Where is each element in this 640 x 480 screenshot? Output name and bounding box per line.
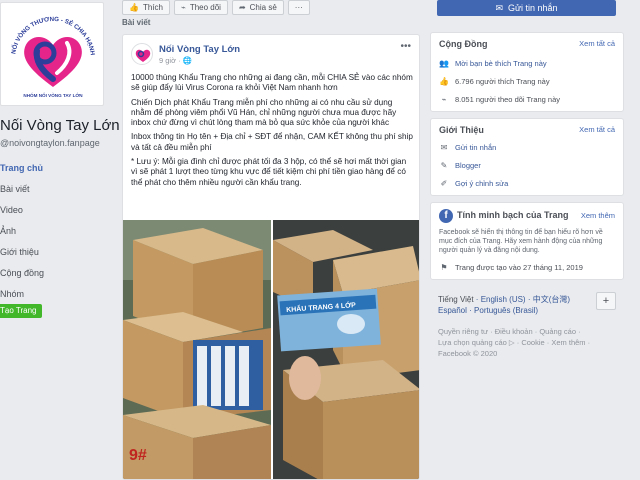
invite-friends-link[interactable]: Mời bạn bè thích Trang này — [455, 59, 547, 68]
create-page-button[interactable]: Tạo Trang — [0, 304, 43, 318]
like-page-button[interactable]: 👍 Thích — [122, 0, 170, 15]
thumbs-up-icon: 👍 — [129, 3, 139, 12]
blogger-icon: ✎ — [440, 161, 448, 170]
page-nav: Trang chủ Bài viết Video Ảnh Giới thiệu … — [0, 158, 110, 305]
footer-links-1[interactable]: Quyền riêng tư · Điều khoản · Quảng cáo … — [438, 327, 581, 336]
post-photo-boxes-right[interactable]: KHẨU TRANG 4 LỚP — [273, 220, 419, 479]
page-name[interactable]: Nối Vòng Tay Lớn — [0, 117, 120, 134]
post-paragraph: 10000 thùng Khẩu Trang cho những ai đang… — [131, 73, 413, 93]
transparency-description: Facebook sẽ hiển thị thông tin để bạn hi… — [439, 229, 603, 254]
mask-boxes-photo: 9# — [123, 220, 271, 479]
heart-logo-icon — [135, 49, 151, 62]
more-label: ··· — [294, 3, 303, 12]
footer-links-2[interactable]: Lựa chọn quảng cáo ▷ · Cookie · Xem thêm… — [438, 338, 590, 347]
about-message-row[interactable]: ✉ Gửi tin nhắn — [439, 143, 497, 152]
community-title: Cộng Đồng — [439, 39, 488, 49]
post-author-avatar[interactable] — [131, 43, 153, 65]
share-arrow-icon: ➦ — [238, 3, 246, 12]
post-card: Nối Vòng Tay Lớn 9 giờ · 🌐 ••• 10000 thù… — [122, 34, 420, 480]
community-see-all-link[interactable]: Xem tất cả — [579, 39, 615, 48]
lang-portuguese[interactable]: Português (Brasil) — [474, 306, 538, 315]
lang-chinese[interactable]: 中文(台灣) — [533, 295, 570, 304]
lang-english[interactable]: English (US) — [481, 295, 526, 304]
share-button[interactable]: ➦ Chia sẻ — [231, 0, 284, 15]
category-link[interactable]: Blogger — [455, 161, 481, 170]
share-label: Chia sẻ — [249, 3, 277, 12]
nav-photos[interactable]: Ảnh — [0, 221, 110, 242]
svg-text:NHÓM NỐI VÒNG TAY LỚN: NHÓM NỐI VÒNG TAY LỚN — [23, 91, 83, 98]
post-author-name[interactable]: Nối Vòng Tay Lớn — [159, 44, 240, 55]
like-icon: 👍 — [439, 77, 449, 86]
lang-spanish[interactable]: Español — [438, 306, 467, 315]
suggest-edits-row[interactable]: ✐ Gợi ý chỉnh sửa — [439, 179, 509, 188]
page-action-bar: 👍 Thích ⌁ Theo dõi ➦ Chia sẻ ··· — [122, 0, 310, 16]
flag-icon: ⚑ — [440, 263, 448, 272]
more-options-button[interactable]: ··· — [287, 0, 310, 15]
community-card: Cộng Đồng Xem tất cả 👥 Mời bạn bè thích … — [430, 32, 624, 112]
copyright: Facebook © 2020 — [438, 349, 498, 358]
follow-button[interactable]: ⌁ Theo dõi — [173, 0, 228, 15]
send-message-button[interactable]: ✉ Gửi tin nhắn — [437, 0, 616, 16]
post-paragraph: Inbox thông tin Họ tên + Địa chỉ + SĐT đ… — [131, 132, 413, 152]
post-timestamp[interactable]: 9 giờ · 🌐 — [159, 56, 192, 65]
post-paragraph: * Lưu ý: Mỗi gia đình chỉ được phát tối … — [131, 157, 407, 187]
transparency-card: f Tính minh bạch của Trang Xem thêm Face… — [430, 202, 624, 280]
invite-friends-icon: 👥 — [439, 59, 449, 68]
about-card: Giới Thiệu Xem tất cả ✉ Gửi tin nhắn ✎ B… — [430, 118, 624, 196]
page-profile-picture[interactable]: NỐI VÒNG THƯƠNG - SẺ CHIA HẠNH PHÚC NHÓM… — [0, 2, 104, 106]
more-languages-button[interactable]: + — [596, 292, 616, 310]
about-message-link[interactable]: Gửi tin nhắn — [455, 143, 496, 152]
post-options-icon[interactable]: ••• — [400, 41, 411, 52]
language-links-row-1: Tiếng Việt · English (US) · 中文(台灣) — [438, 295, 571, 304]
post-time-text: 9 giờ · — [159, 56, 183, 65]
follow-label: Theo dõi — [189, 3, 221, 12]
nav-about[interactable]: Giới thiệu — [0, 242, 110, 263]
post-photos: 9# KHẨU TRANG 4 LỚP — [123, 220, 419, 479]
page-created-text: Trang được tạo vào 27 tháng 11, 2019 — [455, 263, 583, 272]
like-label: Thích — [142, 3, 163, 12]
send-message-label: Gửi tin nhắn — [507, 3, 558, 13]
nav-videos[interactable]: Video — [0, 200, 110, 221]
nav-groups[interactable]: Nhóm — [0, 284, 110, 305]
nav-home[interactable]: Trang chủ — [0, 158, 110, 179]
invite-friends-row[interactable]: 👥 Mời bạn bè thích Trang này — [439, 59, 547, 68]
post-paragraph: Chiến Dịch phát Khẩu Trang miễn phí cho … — [131, 97, 397, 128]
mask-box-photo: KHẨU TRANG 4 LỚP — [273, 220, 419, 479]
nav-posts[interactable]: Bài viết — [0, 179, 110, 200]
edit-icon: ✐ — [440, 179, 448, 188]
followers-count-text: 8.051 người theo dõi Trang này — [455, 95, 561, 104]
transparency-title: Tính minh bạch của Trang — [457, 210, 569, 220]
about-title: Giới Thiệu — [439, 125, 484, 135]
likes-count-row: 👍 6.796 người thích Trang này — [439, 77, 550, 86]
globe-icon: 🌐 — [182, 56, 193, 65]
page-logo: NỐI VÒNG THƯƠNG - SẺ CHIA HẠNH PHÚC NHÓM… — [1, 3, 96, 98]
post-photo-boxes-left[interactable]: 9# — [123, 220, 271, 479]
post-text: 10000 thùng Khẩu Trang cho những ai đang… — [131, 73, 413, 192]
about-see-all-link[interactable]: Xem tất cả — [579, 125, 615, 134]
likes-count-text: 6.796 người thích Trang này — [455, 77, 550, 86]
posts-section-label: Bài viết — [122, 18, 151, 27]
language-links-row-2: Español · Português (Brasil) — [438, 306, 539, 315]
follow-icon: ⌁ — [441, 95, 447, 104]
suggest-edits-link[interactable]: Gợi ý chỉnh sửa — [455, 179, 508, 188]
about-category-row[interactable]: ✎ Blogger — [439, 161, 481, 170]
page-created-row: ⚑ Trang được tạo vào 27 tháng 11, 2019 — [439, 263, 583, 272]
lang-vietnamese: Tiếng Việt — [438, 295, 474, 304]
facebook-icon: f — [439, 209, 453, 223]
messenger-icon: ✉ — [440, 143, 448, 152]
left-sidebar: NỐI VÒNG THƯƠNG - SẺ CHIA HẠNH PHÚC NHÓM… — [0, 0, 120, 480]
followers-count-row: ⌁ 8.051 người theo dõi Trang này — [439, 95, 560, 104]
transparency-see-more-link[interactable]: Xem thêm — [581, 211, 615, 220]
page-username[interactable]: @noivongtaylon.fanpage — [0, 138, 100, 148]
rss-icon: ⌁ — [180, 3, 186, 12]
svg-text:9#: 9# — [129, 447, 147, 464]
messenger-icon: ✉ — [495, 2, 503, 13]
nav-community[interactable]: Cộng đồng — [0, 263, 110, 284]
